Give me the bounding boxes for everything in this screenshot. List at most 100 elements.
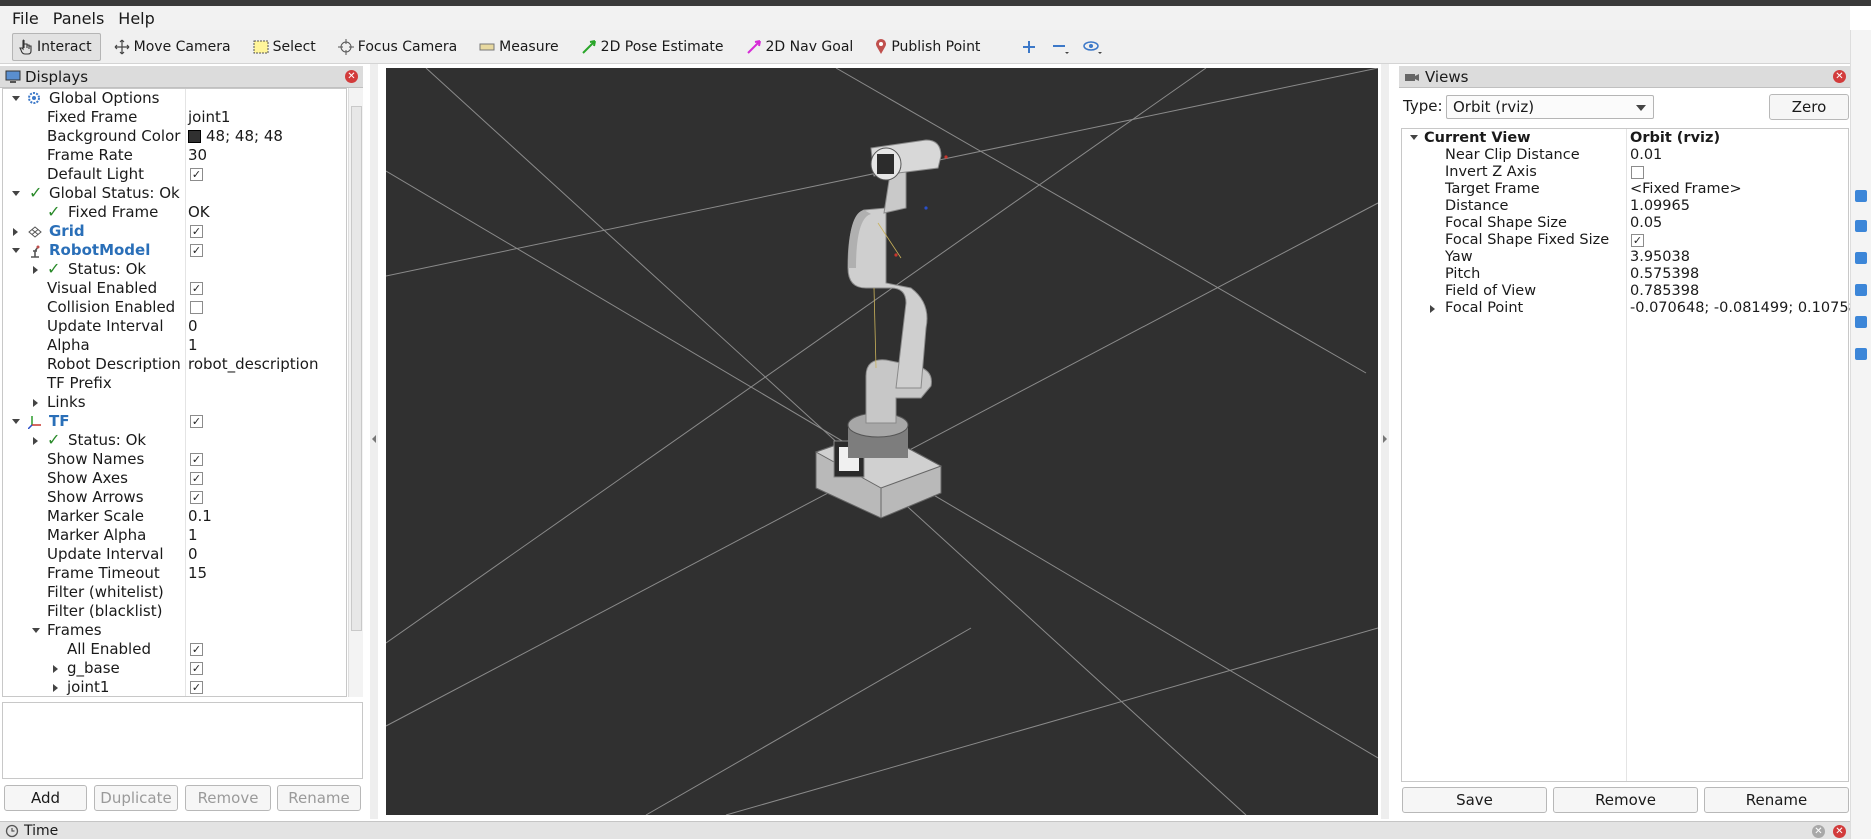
tree-row-rm-status[interactable]: ✓ Status: Ok [3,259,346,279]
tree-row-fixed-frame[interactable]: Fixed Frame joint1 [3,108,346,127]
tree-row-joint1[interactable]: joint1 ✓ [3,678,346,696]
checkbox[interactable]: ✓ [190,282,203,295]
view-type-select[interactable]: Orbit (rviz) [1446,95,1654,119]
tree-value[interactable]: -0.070648; -0.081499; 0.10758 [1630,300,1858,317]
zero-button[interactable]: Zero [1769,94,1849,120]
checkbox[interactable] [1631,166,1644,179]
tree-row-show-arrows[interactable]: Show Arrows ✓ [3,488,346,507]
float-icon[interactable]: ✕ [1812,825,1825,838]
tree-value[interactable]: 0 [188,317,198,336]
checkbox[interactable]: ✓ [190,491,203,504]
focus-camera-tool-button[interactable]: Focus Camera [331,33,466,61]
tree-row-default-light[interactable]: Default Light ✓ [3,165,346,184]
tree-value[interactable]: 1 [188,526,198,545]
checkbox[interactable]: ✓ [190,453,203,466]
rename-button[interactable]: Rename [277,785,361,811]
displays-scrollbar[interactable] [348,88,363,697]
rename-view-button[interactable]: Rename [1704,787,1849,813]
scrollbar-thumb[interactable] [351,106,362,631]
checkbox[interactable]: ✓ [190,225,203,238]
publish-point-tool-button[interactable]: Publish Point [868,33,989,61]
tree-value[interactable]: 1 [188,336,198,355]
tree-row-robot-description[interactable]: Robot Description robot_description [3,355,346,374]
checkbox[interactable]: ✓ [190,415,203,428]
tree-row-background-color[interactable]: Background Color 48; 48; 48 [3,127,346,146]
views-row-distance[interactable]: Distance 1.09965 [1402,198,1850,215]
tree-row-marker-alpha[interactable]: Marker Alpha 1 [3,526,346,545]
checkbox[interactable]: ✓ [190,643,203,656]
tree-row-marker-scale[interactable]: Marker Scale 0.1 [3,507,346,526]
tree-row-alpha[interactable]: Alpha 1 [3,336,346,355]
tree-row-g-base[interactable]: g_base ✓ [3,659,346,678]
menu-help[interactable]: Help [118,9,154,28]
view-tool-button[interactable] [1079,33,1107,61]
views-row-target-frame[interactable]: Target Frame <Fixed Frame> [1402,181,1850,198]
views-row-focal-size[interactable]: Focal Shape Size 0.05 [1402,215,1850,232]
tree-value[interactable]: 0.05 [1630,215,1662,232]
views-row-current-view[interactable]: Current View Orbit (rviz) [1402,130,1850,147]
close-icon[interactable]: ✕ [1833,825,1846,838]
tree-row-all-enabled[interactable]: All Enabled ✓ [3,640,346,659]
views-row-focal-fixed[interactable]: Focal Shape Fixed Size ✓ [1402,232,1850,249]
interact-tool-button[interactable]: Interact [12,32,101,61]
move-camera-tool-button[interactable]: Move Camera [107,33,240,61]
save-view-button[interactable]: Save [1402,787,1547,813]
close-icon[interactable]: ✕ [345,70,358,83]
views-row-invert-z[interactable]: Invert Z Axis [1402,164,1850,181]
tree-row-tf[interactable]: TF ✓ [3,412,346,431]
tree-value[interactable]: 30 [188,146,207,165]
close-icon[interactable]: ✕ [1833,70,1846,83]
checkbox[interactable]: ✓ [190,168,203,181]
add-tool-button[interactable] [1015,33,1043,61]
tree-value[interactable]: 48; 48; 48 [188,127,283,146]
tree-row-update-interval[interactable]: Update Interval 0 [3,317,346,336]
tree-value[interactable]: 0 [188,545,198,564]
tree-row-frames[interactable]: Frames [3,621,346,640]
tree-value[interactable]: 1.09965 [1630,198,1690,215]
pose-estimate-tool-button[interactable]: 2D Pose Estimate [574,33,733,61]
tree-row-filter-whitelist[interactable]: Filter (whitelist) [3,583,346,602]
views-row-near-clip[interactable]: Near Clip Distance 0.01 [1402,147,1850,164]
checkbox[interactable]: ✓ [190,244,203,257]
tree-row-status-fixed-frame[interactable]: ✓ Fixed Frame OK [3,202,346,222]
measure-tool-button[interactable]: Measure [472,33,568,61]
tree-row-show-axes[interactable]: Show Axes ✓ [3,469,346,488]
tree-value[interactable]: 0.575398 [1630,266,1699,283]
tree-value[interactable]: 15 [188,564,207,583]
tree-row-frame-rate[interactable]: Frame Rate 30 [3,146,346,165]
3d-viewport[interactable] [386,68,1378,815]
tree-row-filter-blacklist[interactable]: Filter (blacklist) [3,602,346,621]
tree-value[interactable]: 0.785398 [1630,283,1699,300]
tree-value[interactable]: 0.1 [188,507,212,526]
tree-value[interactable]: 0.01 [1630,147,1662,164]
nav-goal-tool-button[interactable]: 2D Nav Goal [739,33,863,61]
duplicate-button[interactable]: Duplicate [94,785,178,811]
tree-row-grid[interactable]: Grid ✓ [3,222,346,241]
views-row-focal-point[interactable]: Focal Point -0.070648; -0.081499; 0.1075… [1402,300,1858,317]
checkbox[interactable]: ✓ [190,681,203,694]
tree-row-global-status[interactable]: ✓ Global Status: Ok [3,183,346,203]
tree-value[interactable]: joint1 [188,108,230,127]
checkbox[interactable]: ✓ [1631,234,1644,247]
checkbox[interactable]: ✓ [190,472,203,485]
left-splitter[interactable] [370,64,378,819]
tree-row-visual-enabled[interactable]: Visual Enabled ✓ [3,279,346,298]
tree-row-collision-enabled[interactable]: Collision Enabled [3,298,346,317]
remove-view-button[interactable]: Remove [1553,787,1698,813]
menu-panels[interactable]: Panels [53,9,105,28]
tree-row-tf-update-interval[interactable]: Update Interval 0 [3,545,346,564]
tree-value[interactable]: <Fixed Frame> [1630,181,1742,198]
tree-row-tf-status[interactable]: ✓ Status: Ok [3,430,346,450]
tree-row-frame-timeout[interactable]: Frame Timeout 15 [3,564,346,583]
views-row-fov[interactable]: Field of View 0.785398 [1402,283,1850,300]
tree-row-tf-prefix[interactable]: TF Prefix [3,374,346,393]
remove-button[interactable]: Remove [185,785,271,811]
menu-file[interactable]: File [12,9,39,28]
tree-row-global-options[interactable]: Global Options [3,89,346,108]
checkbox[interactable]: ✓ [190,662,203,675]
remove-tool-button[interactable] [1047,33,1075,61]
tree-row-links[interactable]: Links [3,393,346,412]
tree-value[interactable]: robot_description [188,355,319,374]
select-tool-button[interactable]: Select [246,33,325,61]
right-splitter[interactable] [1381,64,1389,819]
